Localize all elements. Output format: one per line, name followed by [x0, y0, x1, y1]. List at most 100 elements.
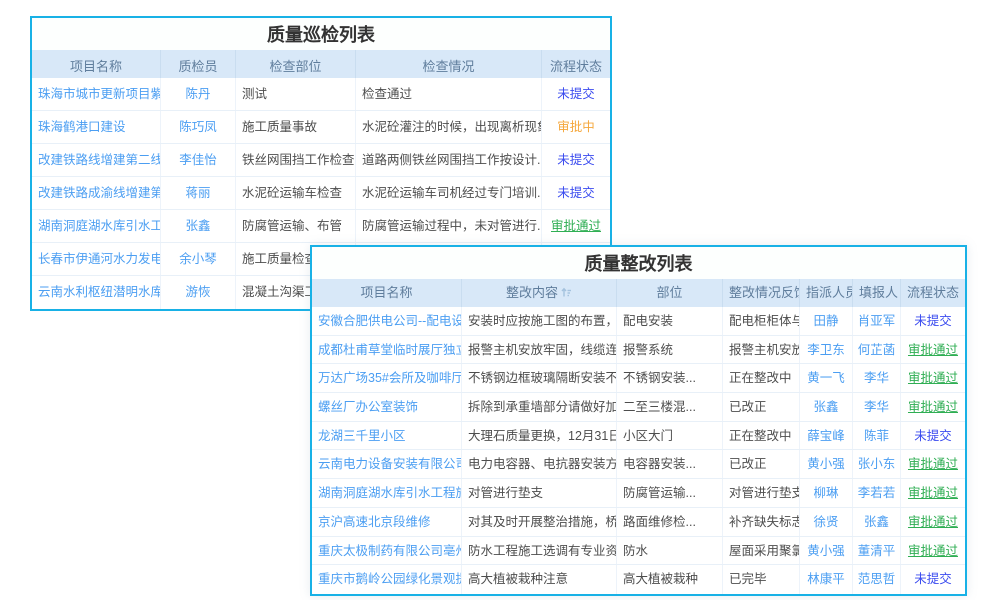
- assignee-link[interactable]: 田静: [800, 307, 853, 335]
- rectify-content-text: 安装时应按施工图的布置，将...: [462, 307, 617, 335]
- assignee-link[interactable]: 徐贤: [800, 508, 853, 536]
- column-header-rectify-content[interactable]: 整改内容: [462, 279, 617, 307]
- process-status-badge[interactable]: 审批通过: [901, 537, 965, 565]
- reporter-link[interactable]: 张小东: [853, 450, 901, 478]
- inspector-link[interactable]: 陈巧凤: [161, 111, 236, 143]
- reporter-link[interactable]: 李华: [853, 393, 901, 421]
- rectify-content-text: 不锈钢边框玻璃隔断安装不牢...: [462, 364, 617, 392]
- process-status-badge[interactable]: 审批通过: [901, 364, 965, 392]
- inspector-link[interactable]: 余小琴: [161, 243, 236, 275]
- reporter-link[interactable]: 何芷菡: [853, 336, 901, 364]
- reporter-link[interactable]: 陈菲: [853, 422, 901, 450]
- feedback-text: 已改正: [723, 393, 800, 421]
- rectification-table-row: 安徽合肥供电公司--配电设备... 安装时应按施工图的布置，将... 配电安装 …: [312, 307, 965, 336]
- assignee-link[interactable]: 黄一飞: [800, 364, 853, 392]
- project-name-link[interactable]: 长春市伊通河水力发电...: [32, 243, 161, 275]
- project-name-link[interactable]: 重庆太极制药有限公司亳州中...: [312, 537, 462, 565]
- part-text: 高大植被栽种: [617, 565, 723, 594]
- assignee-link[interactable]: 张鑫: [800, 393, 853, 421]
- process-status-badge[interactable]: 未提交: [542, 144, 610, 176]
- inspection-table-title: 质量巡检列表: [32, 18, 610, 50]
- assignee-link[interactable]: 林康平: [800, 565, 853, 594]
- process-status-badge[interactable]: 审批中: [542, 111, 610, 143]
- rectify-content-text: 大理石质量更换，12月31日之...: [462, 422, 617, 450]
- reporter-link[interactable]: 张鑫: [853, 508, 901, 536]
- process-status-badge[interactable]: 审批通过: [901, 450, 965, 478]
- feedback-text: 正在整改中: [723, 422, 800, 450]
- process-status-badge[interactable]: 审批通过: [901, 393, 965, 421]
- column-header-part: 部位: [617, 279, 723, 307]
- process-status-badge[interactable]: 未提交: [901, 422, 965, 450]
- assignee-link[interactable]: 薛宝峰: [800, 422, 853, 450]
- process-status-badge[interactable]: 审批通过: [901, 336, 965, 364]
- feedback-text: 已完毕: [723, 565, 800, 594]
- inspection-part-text: 施工质量事故: [236, 111, 356, 143]
- project-name-link[interactable]: 湖南洞庭湖水库引水工程施工I标: [312, 479, 462, 507]
- column-header-inspection-situation: 检查情况: [356, 50, 542, 78]
- part-text: 报警系统: [617, 336, 723, 364]
- process-status-badge[interactable]: 未提交: [542, 177, 610, 209]
- assignee-link[interactable]: 黄小强: [800, 450, 853, 478]
- process-status-badge[interactable]: 未提交: [542, 78, 610, 110]
- assignee-link[interactable]: 柳琳: [800, 479, 853, 507]
- part-text: 路面维修检...: [617, 508, 723, 536]
- project-name-link[interactable]: 改建铁路线增建第二线...: [32, 144, 161, 176]
- rectification-table-row: 螺丝厂办公室装饰 拆除到承重墙部分请做好加固... 二至三楼混... 已改正 张…: [312, 393, 965, 422]
- reporter-link[interactable]: 范思哲: [853, 565, 901, 594]
- feedback-text: 补齐缺失标志...: [723, 508, 800, 536]
- inspection-table-row: 改建铁路成渝线增建第... 蒋丽 水泥砼运输车检查 水泥砼运输车司机经过专门培训…: [32, 177, 610, 210]
- project-name-link[interactable]: 湖南洞庭湖水库引水工...: [32, 210, 161, 242]
- project-name-link[interactable]: 珠海鹤港口建设: [32, 111, 161, 143]
- sort-icon[interactable]: [561, 280, 572, 307]
- column-header-feedback: 整改情况反馈: [723, 279, 800, 307]
- project-name-link[interactable]: 云南电力设备安装有限公司20...: [312, 450, 462, 478]
- assignee-link[interactable]: 李卫东: [800, 336, 853, 364]
- rectification-table-row: 成都杜甫草堂临时展厅独立展... 报警主机安放牢固，线缆连接... 报警系统 报…: [312, 336, 965, 365]
- column-header-assignee: 指派人员: [800, 279, 853, 307]
- inspection-table-row: 湖南洞庭湖水库引水工... 张鑫 防腐管运输、布管 防腐管运输过程中，未对管进行…: [32, 210, 610, 243]
- process-status-badge[interactable]: 未提交: [901, 565, 965, 594]
- inspector-link[interactable]: 蒋丽: [161, 177, 236, 209]
- rectification-table-row: 湖南洞庭湖水库引水工程施工I标 对管进行垫支 防腐管运输... 对管进行垫支 柳…: [312, 479, 965, 508]
- feedback-text: 报警主机安放...: [723, 336, 800, 364]
- part-text: 不锈钢安装...: [617, 364, 723, 392]
- reporter-link[interactable]: 李华: [853, 364, 901, 392]
- project-name-link[interactable]: 螺丝厂办公室装饰: [312, 393, 462, 421]
- rectification-table-row: 京沪高速北京段维修 对其及时开展整治措施，桥头... 路面维修检... 补齐缺失…: [312, 508, 965, 537]
- column-header-inspection-part: 检查部位: [236, 50, 356, 78]
- project-name-link[interactable]: 龙湖三千里小区: [312, 422, 462, 450]
- assignee-link[interactable]: 黄小强: [800, 537, 853, 565]
- project-name-link[interactable]: 云南水利枢纽潜明水库...: [32, 276, 161, 309]
- inspection-situation-text: 防腐管运输过程中，未对管进行...: [356, 210, 542, 242]
- column-header-inspector: 质检员: [161, 50, 236, 78]
- rectification-table-row: 重庆太极制药有限公司亳州中... 防水工程施工选调有专业资质... 防水 屋面采…: [312, 537, 965, 566]
- inspection-table-row: 改建铁路线增建第二线... 李佳怡 铁丝网围挡工作检查 道路两侧铁丝网围挡工作按…: [32, 144, 610, 177]
- project-name-link[interactable]: 改建铁路成渝线增建第...: [32, 177, 161, 209]
- reporter-link[interactable]: 李若若: [853, 479, 901, 507]
- project-name-link[interactable]: 万达广场35#会所及咖啡厅空...: [312, 364, 462, 392]
- rectification-table-row: 龙湖三千里小区 大理石质量更换，12月31日之... 小区大门 正在整改中 薛宝…: [312, 422, 965, 451]
- part-text: 小区大门: [617, 422, 723, 450]
- project-name-link[interactable]: 安徽合肥供电公司--配电设备...: [312, 307, 462, 335]
- rectify-content-text: 拆除到承重墙部分请做好加固...: [462, 393, 617, 421]
- inspector-link[interactable]: 游恢: [161, 276, 236, 309]
- inspector-link[interactable]: 陈丹: [161, 78, 236, 110]
- rectification-table-row: 万达广场35#会所及咖啡厅空... 不锈钢边框玻璃隔断安装不牢... 不锈钢安装…: [312, 364, 965, 393]
- project-name-link[interactable]: 京沪高速北京段维修: [312, 508, 462, 536]
- process-status-badge[interactable]: 未提交: [901, 307, 965, 335]
- inspection-table-row: 珠海鹤港口建设 陈巧凤 施工质量事故 水泥砼灌注的时候，出现离析现象 审批中: [32, 111, 610, 144]
- column-header-process-status: 流程状态: [542, 50, 610, 78]
- process-status-badge[interactable]: 审批通过: [901, 508, 965, 536]
- project-name-link[interactable]: 成都杜甫草堂临时展厅独立展...: [312, 336, 462, 364]
- project-name-link[interactable]: 珠海市城市更新项目紫...: [32, 78, 161, 110]
- inspection-table-header: 项目名称 质检员 检查部位 检查情况 流程状态: [32, 50, 610, 78]
- reporter-link[interactable]: 肖亚军: [853, 307, 901, 335]
- inspector-link[interactable]: 张鑫: [161, 210, 236, 242]
- rectify-content-text: 对管进行垫支: [462, 479, 617, 507]
- process-status-badge[interactable]: 审批通过: [901, 479, 965, 507]
- process-status-badge[interactable]: 审批通过: [542, 210, 610, 242]
- part-text: 防腐管运输...: [617, 479, 723, 507]
- project-name-link[interactable]: 重庆市鹅岭公园绿化景观提升...: [312, 565, 462, 594]
- inspector-link[interactable]: 李佳怡: [161, 144, 236, 176]
- reporter-link[interactable]: 董清平: [853, 537, 901, 565]
